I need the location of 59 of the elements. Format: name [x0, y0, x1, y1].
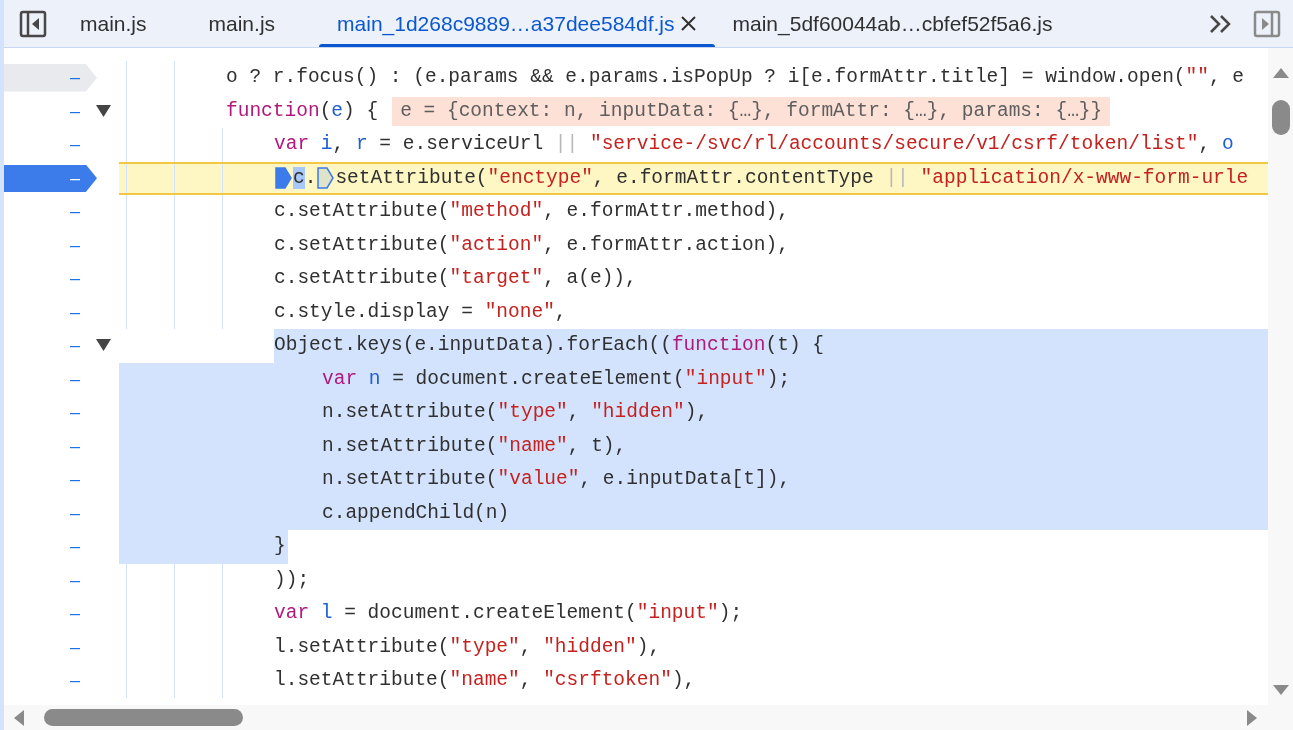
line-number: –	[70, 66, 80, 90]
inline-breakpoint-icon[interactable]	[275, 167, 292, 190]
file-tab[interactable]: main.js	[62, 0, 191, 47]
code-line: c.setAttribute("method", e.formAttr.method),	[274, 199, 789, 225]
line-number: –	[70, 200, 80, 224]
line-number: –	[70, 166, 80, 190]
inline-value: e = {context: n, inputData: {…}, formAttr: {…}, params: {…}}	[392, 96, 1111, 126]
scroll-down-icon[interactable]	[1272, 685, 1289, 695]
close-icon[interactable]	[679, 15, 697, 32]
code-line: var l = document.createElement("input");	[274, 601, 743, 627]
line-number: –	[70, 367, 80, 391]
scrollbar-thumb[interactable]	[1271, 100, 1290, 135]
code-line: n.setAttribute("value", e.inputData[t]),	[322, 467, 791, 493]
scroll-right-icon[interactable]	[1247, 709, 1257, 726]
line-number: –	[70, 468, 80, 492]
code-line: n.setAttribute("name", t),	[322, 433, 627, 459]
file-tab[interactable]: main.js	[190, 0, 320, 47]
code-line: l.setAttribute("name", "csrftoken"),	[274, 668, 696, 694]
code-line: var i, r = e.serviceUrl || "service-/svc/rl/accounts/secure/v1/csrf/token/list", o	[274, 132, 1234, 158]
line-number: –	[70, 401, 80, 425]
code-line: c.setAttribute("target", a(e)),	[274, 266, 637, 292]
code-line: function(e) {	[226, 98, 379, 124]
breakpoint-marker[interactable]	[4, 64, 97, 92]
code-line: }	[274, 534, 286, 560]
line-number: –	[70, 635, 80, 659]
line-number: –	[70, 334, 80, 358]
code-line: c.style.display = "none",	[274, 299, 567, 325]
file-tab[interactable]: main_5df60044ab…cbfef52f5a6.js	[714, 0, 1097, 47]
scroll-up-icon[interactable]	[1272, 68, 1289, 78]
line-number: –	[70, 133, 80, 157]
inline-breakpoint-icon[interactable]	[317, 167, 335, 190]
code-line: n.setAttribute("type", "hidden"),	[322, 400, 709, 426]
fold-arrow-icon[interactable]	[96, 104, 111, 117]
horizontal-scrollbar[interactable]	[4, 705, 1293, 730]
line-number: –	[70, 233, 80, 257]
fold-arrow-icon[interactable]	[96, 339, 111, 351]
line-number: –	[70, 434, 80, 458]
code-line: c.	[293, 165, 317, 191]
code-line: setAttribute("enctype", e.formAttr.contentType || "application/x-www-form-urle	[335, 165, 1249, 191]
line-number: –	[70, 99, 80, 123]
line-number: –	[70, 602, 80, 626]
file-tab[interactable]: main_1d268c9889…a37dee584df.js	[319, 0, 715, 47]
code-line: ));	[274, 567, 310, 593]
line-number: –	[70, 267, 80, 291]
code-line: c.appendChild(n)	[322, 500, 510, 526]
code-line: Object.keys(e.inputData).forEach((function(t) {	[274, 333, 824, 359]
code-line: o ? r.focus() : (e.params && e.params.isPopUp ? i[e.formAttr.title] = window.open("", e	[226, 65, 1245, 91]
scroll-left-icon[interactable]	[14, 709, 24, 726]
line-number: –	[70, 535, 80, 559]
code-line: var n = document.createElement("input");	[322, 366, 791, 392]
line-number: –	[70, 669, 80, 693]
breakpoint-marker[interactable]	[4, 164, 97, 192]
scrollbar-thumb[interactable]	[44, 709, 243, 726]
code-line: l.setAttribute("type", "hidden"),	[274, 634, 661, 660]
line-number: –	[70, 300, 80, 324]
vertical-scrollbar[interactable]	[1268, 48, 1293, 705]
line-number: –	[70, 501, 80, 525]
line-number: –	[70, 568, 80, 592]
code-line: c.setAttribute("action", e.formAttr.action),	[274, 232, 789, 258]
